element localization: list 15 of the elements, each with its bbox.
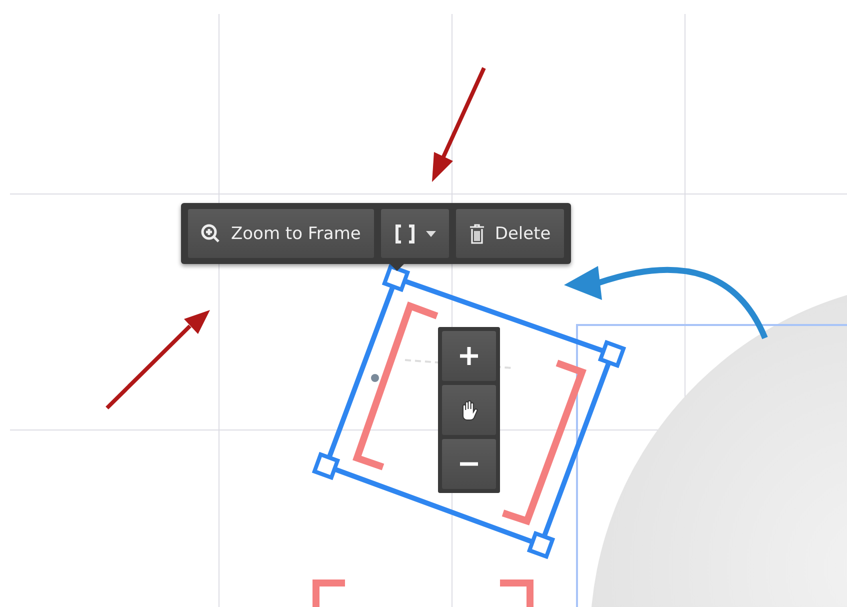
bracket-shape [500,580,534,607]
zoom-in-button[interactable] [442,331,496,381]
caret-icon [426,230,436,236]
bracket-shape [312,580,345,607]
minus-icon [459,462,479,466]
frame-menu-button[interactable] [380,209,449,258]
zoom-button[interactable]: Zoom to Frame [188,209,374,258]
anchor-dot [371,374,379,382]
plus-icon [459,346,479,366]
trash-icon [468,224,485,244]
zoom-in-icon [201,224,221,244]
delete-button[interactable]: Delete [456,209,564,258]
zoom-out-button[interactable] [442,439,496,489]
brackets-icon [394,224,416,244]
pan-button[interactable] [442,385,496,435]
